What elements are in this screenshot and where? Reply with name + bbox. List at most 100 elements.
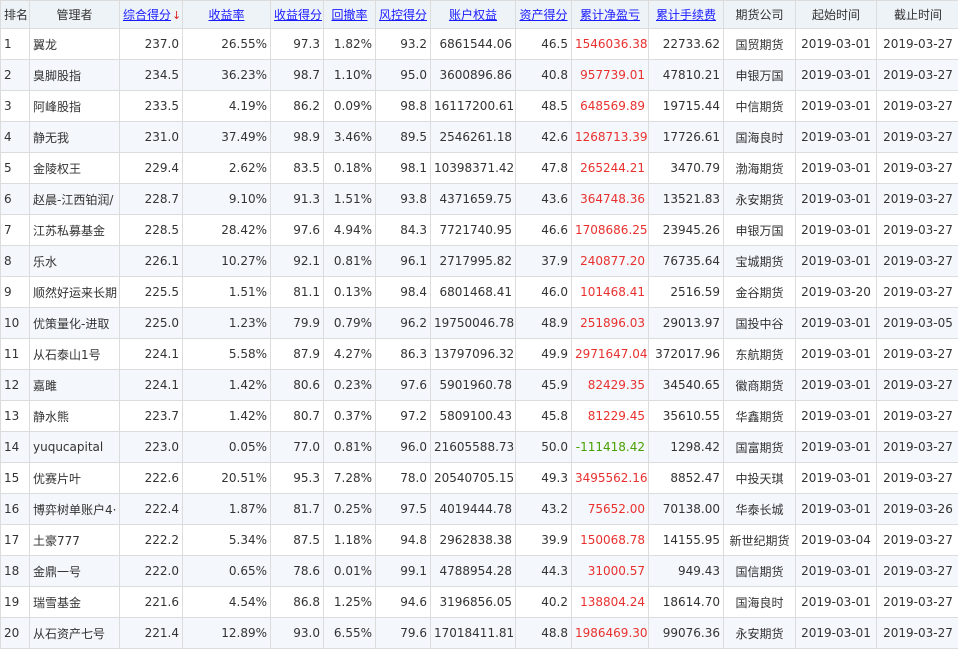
header-return-rate[interactable]: 收益率 bbox=[183, 1, 271, 29]
manager-cell[interactable]: 金陵权王 bbox=[30, 153, 120, 184]
return-rate-cell: 28.42% bbox=[183, 215, 271, 246]
manager-cell[interactable]: 翼龙 bbox=[30, 29, 120, 60]
table-row[interactable]: 7江苏私募基金228.528.42%97.64.94%84.37721740.9… bbox=[1, 215, 958, 246]
header-equity-link[interactable]: 账户权益 bbox=[449, 8, 497, 22]
header-start-date: 起始时间 bbox=[796, 1, 877, 29]
table-row[interactable]: 12嘉雎224.11.42%80.60.23%97.65901960.7845.… bbox=[1, 370, 958, 401]
manager-cell[interactable]: 臭脚股指 bbox=[30, 60, 120, 91]
table-row[interactable]: 4静无我231.037.49%98.93.46%89.52546261.1842… bbox=[1, 122, 958, 153]
manager-cell[interactable]: 从石泰山1号 bbox=[30, 339, 120, 370]
header-drawdown-link[interactable]: 回撤率 bbox=[331, 8, 367, 22]
manager-cell[interactable]: 土豪777 bbox=[30, 525, 120, 556]
broker-cell: 华鑫期货 bbox=[724, 401, 796, 432]
composite-score-cell: 223.7 bbox=[120, 401, 183, 432]
end-date-cell: 2019-03-27 bbox=[877, 463, 958, 494]
net-pnl-cell: 101468.41 bbox=[572, 277, 649, 308]
equity-cell: 16117200.61 bbox=[431, 91, 516, 122]
header-equity[interactable]: 账户权益 bbox=[431, 1, 516, 29]
return-rate-cell: 5.34% bbox=[183, 525, 271, 556]
header-asset-score[interactable]: 资产得分 bbox=[516, 1, 572, 29]
manager-cell[interactable]: 嘉雎 bbox=[30, 370, 120, 401]
table-row[interactable]: 1翼龙237.026.55%97.31.82%93.26861544.0646.… bbox=[1, 29, 958, 60]
risk-score-cell: 78.0 bbox=[376, 463, 431, 494]
equity-cell: 2962838.38 bbox=[431, 525, 516, 556]
header-asset-score-link[interactable]: 资产得分 bbox=[519, 8, 567, 22]
header-rank: 排名 bbox=[1, 1, 30, 29]
table-row[interactable]: 16博弈树单账户4·222.41.87%81.70.25%97.54019444… bbox=[1, 494, 958, 525]
table-row[interactable]: 10优策量化-进取225.01.23%79.90.79%96.219750046… bbox=[1, 308, 958, 339]
header-return-rate-link[interactable]: 收益率 bbox=[208, 8, 244, 22]
manager-cell[interactable]: 博弈树单账户4· bbox=[30, 494, 120, 525]
end-date-cell: 2019-03-27 bbox=[877, 370, 958, 401]
drawdown-cell: 0.37% bbox=[324, 401, 376, 432]
manager-cell[interactable]: 顺然好运来长期 bbox=[30, 277, 120, 308]
manager-cell[interactable]: 江苏私募基金 bbox=[30, 215, 120, 246]
table-row[interactable]: 6赵晨-江西铂润/228.79.10%91.31.51%93.84371659.… bbox=[1, 184, 958, 215]
manager-cell[interactable]: 阿峰股指 bbox=[30, 91, 120, 122]
header-net-pnl-link[interactable]: 累计净盈亏 bbox=[580, 8, 640, 22]
composite-score-cell: 228.7 bbox=[120, 184, 183, 215]
table-row[interactable]: 15优赛片叶222.620.51%95.37.28%78.020540705.1… bbox=[1, 463, 958, 494]
broker-cell: 徽商期货 bbox=[724, 370, 796, 401]
header-drawdown[interactable]: 回撤率 bbox=[324, 1, 376, 29]
table-row[interactable]: 14yuqucapital223.00.05%77.00.81%96.02160… bbox=[1, 432, 958, 463]
manager-cell[interactable]: 瑞雪基金 bbox=[30, 587, 120, 618]
start-date-cell: 2019-03-01 bbox=[796, 463, 877, 494]
header-risk-score[interactable]: 风控得分 bbox=[376, 1, 431, 29]
manager-cell[interactable]: yuqucapital bbox=[30, 432, 120, 463]
rank-cell: 13 bbox=[1, 401, 30, 432]
manager-cell[interactable]: 从石资产七号 bbox=[30, 618, 120, 649]
header-fees[interactable]: 累计手续费 bbox=[649, 1, 724, 29]
return-rate-cell: 1.42% bbox=[183, 401, 271, 432]
header-return-score[interactable]: 收益得分 bbox=[271, 1, 324, 29]
net-pnl-cell: 2971647.04 bbox=[572, 339, 649, 370]
rank-cell: 20 bbox=[1, 618, 30, 649]
table-row[interactable]: 3阿峰股指233.54.19%86.20.09%98.816117200.614… bbox=[1, 91, 958, 122]
header-fees-link[interactable]: 累计手续费 bbox=[656, 8, 716, 22]
table-row[interactable]: 8乐水226.110.27%92.10.81%96.12717995.8237.… bbox=[1, 246, 958, 277]
risk-score-cell: 94.6 bbox=[376, 587, 431, 618]
start-date-cell: 2019-03-01 bbox=[796, 401, 877, 432]
asset-score-cell: 43.6 bbox=[516, 184, 572, 215]
table-body: 1翼龙237.026.55%97.31.82%93.26861544.0646.… bbox=[1, 29, 958, 649]
header-composite-score-link[interactable]: 综合得分 bbox=[123, 8, 171, 22]
table-row[interactable]: 2臭脚股指234.536.23%98.71.10%95.03600896.864… bbox=[1, 60, 958, 91]
table-row[interactable]: 11从石泰山1号224.15.58%87.94.27%86.313797096.… bbox=[1, 339, 958, 370]
sort-desc-icon[interactable]: ↓ bbox=[172, 9, 181, 22]
asset-score-cell: 42.6 bbox=[516, 122, 572, 153]
end-date-cell: 2019-03-27 bbox=[877, 184, 958, 215]
table-row[interactable]: 9顺然好运来长期225.51.51%81.10.13%98.46801468.4… bbox=[1, 277, 958, 308]
asset-score-cell: 43.2 bbox=[516, 494, 572, 525]
start-date-cell: 2019-03-01 bbox=[796, 432, 877, 463]
manager-cell[interactable]: 静水熊 bbox=[30, 401, 120, 432]
return-rate-cell: 4.19% bbox=[183, 91, 271, 122]
manager-cell[interactable]: 优赛片叶 bbox=[30, 463, 120, 494]
drawdown-cell: 0.13% bbox=[324, 277, 376, 308]
header-composite-score[interactable]: 综合得分↓ bbox=[120, 1, 183, 29]
broker-cell: 申银万国 bbox=[724, 215, 796, 246]
manager-cell[interactable]: 乐水 bbox=[30, 246, 120, 277]
equity-cell: 2717995.82 bbox=[431, 246, 516, 277]
manager-cell[interactable]: 优策量化-进取 bbox=[30, 308, 120, 339]
manager-cell[interactable]: 静无我 bbox=[30, 122, 120, 153]
header-net-pnl[interactable]: 累计净盈亏 bbox=[572, 1, 649, 29]
table-row[interactable]: 5金陵权王229.42.62%83.50.18%98.110398371.424… bbox=[1, 153, 958, 184]
fees-cell: 14155.95 bbox=[649, 525, 724, 556]
table-row[interactable]: 18金鼎一号222.00.65%78.60.01%99.14788954.284… bbox=[1, 556, 958, 587]
header-risk-score-link[interactable]: 风控得分 bbox=[379, 8, 427, 22]
rank-cell: 11 bbox=[1, 339, 30, 370]
table-row[interactable]: 13静水熊223.71.42%80.70.37%97.25809100.4345… bbox=[1, 401, 958, 432]
end-date-cell: 2019-03-27 bbox=[877, 246, 958, 277]
return-rate-cell: 9.10% bbox=[183, 184, 271, 215]
table-row[interactable]: 19瑞雪基金221.64.54%86.81.25%94.63196856.054… bbox=[1, 587, 958, 618]
manager-cell[interactable]: 金鼎一号 bbox=[30, 556, 120, 587]
risk-score-cell: 98.1 bbox=[376, 153, 431, 184]
header-return-score-link[interactable]: 收益得分 bbox=[274, 8, 322, 22]
return-score-cell: 79.9 bbox=[271, 308, 324, 339]
broker-cell: 申银万国 bbox=[724, 60, 796, 91]
asset-score-cell: 46.0 bbox=[516, 277, 572, 308]
manager-cell[interactable]: 赵晨-江西铂润/ bbox=[30, 184, 120, 215]
table-row[interactable]: 20从石资产七号221.412.89%93.06.55%79.617018411… bbox=[1, 618, 958, 649]
asset-score-cell: 39.9 bbox=[516, 525, 572, 556]
table-row[interactable]: 17土豪777222.25.34%87.51.18%94.82962838.38… bbox=[1, 525, 958, 556]
